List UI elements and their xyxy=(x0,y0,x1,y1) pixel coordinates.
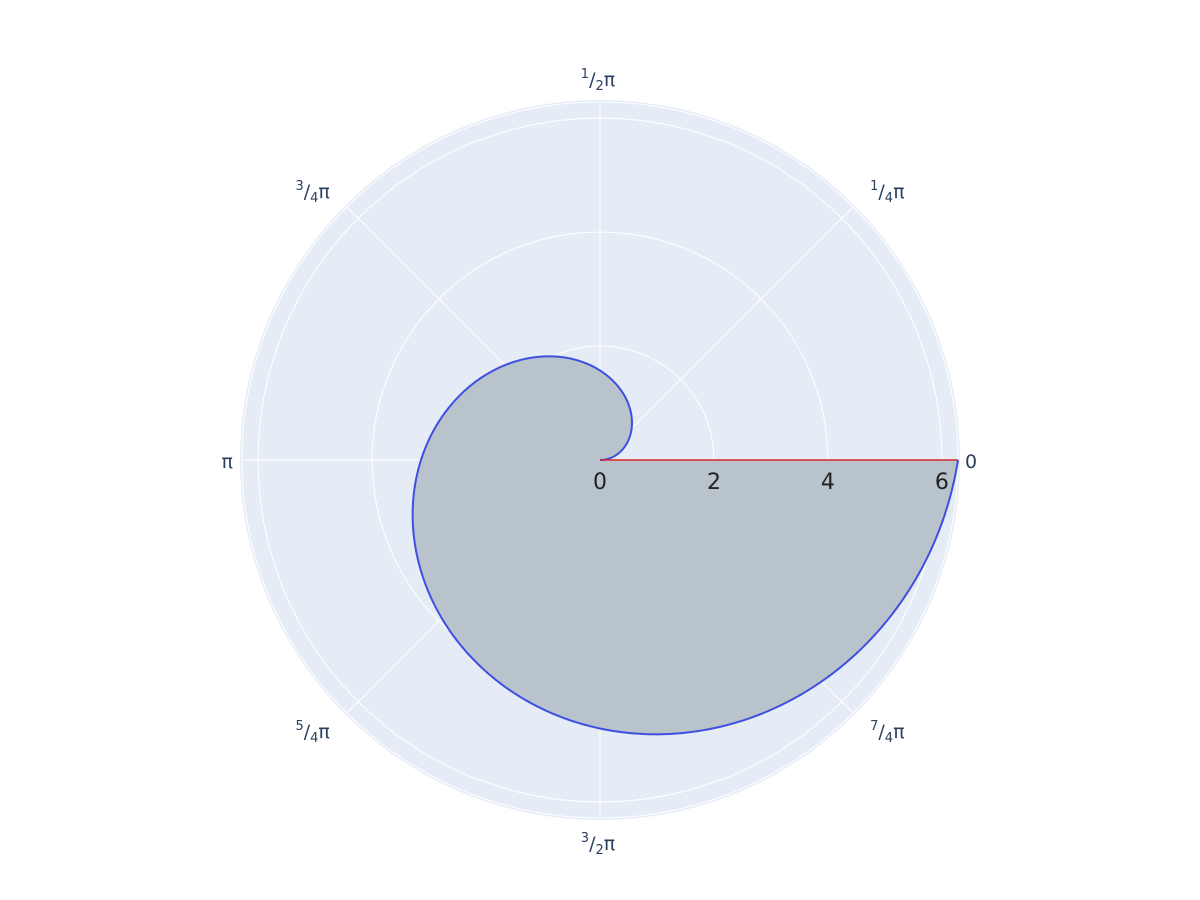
angular-tick-denominator: 2 xyxy=(595,843,603,858)
angular-tick-label: 7/4π xyxy=(870,719,904,746)
angular-tick-suffix: π xyxy=(604,69,615,91)
angular-tick-label: 3/4π xyxy=(295,179,329,206)
angular-tick-suffix: π xyxy=(604,833,615,855)
radial-tick-label: 2 xyxy=(707,470,721,495)
polar-chart: 0246 01/4π1/2π3/4ππ5/4π3/2π7/4π xyxy=(222,67,978,858)
angular-tick-numerator: 1 xyxy=(870,179,878,194)
angular-tick-denominator: 4 xyxy=(310,731,318,746)
angular-tick-numerator: 3 xyxy=(581,831,589,846)
angular-tick-suffix: π xyxy=(893,181,904,203)
radial-tick-label: 6 xyxy=(935,470,949,495)
angular-tick-denominator: 4 xyxy=(885,191,893,206)
radial-tick-label: 4 xyxy=(821,470,835,495)
angular-tick-label: 1/4π xyxy=(870,179,904,206)
radial-tick-label: 0 xyxy=(593,470,607,495)
angular-tick-label: π xyxy=(222,451,233,473)
angular-tick-suffix: π xyxy=(318,181,329,203)
angular-tick-denominator: 4 xyxy=(885,731,893,746)
angular-tick-denominator: 4 xyxy=(310,191,318,206)
angular-tick-label: 5/4π xyxy=(295,719,329,746)
angular-tick-suffix: π xyxy=(318,721,329,743)
chart: 0246 0 1/4π 1/2π 3/4π π 5/4π 3/2π 7/4π xyxy=(0,0,1200,900)
angular-tick-label: 0 xyxy=(965,451,977,473)
angular-tick-denominator: 2 xyxy=(595,79,603,94)
angular-tick-label: 3/2π xyxy=(581,831,615,858)
angular-tick-numerator: 7 xyxy=(870,719,878,734)
angular-tick-suffix: π xyxy=(893,721,904,743)
angular-tick-numerator: 1 xyxy=(581,67,589,82)
angular-tick-numerator: 5 xyxy=(295,719,303,734)
angular-tick-label: 1/2π xyxy=(581,67,615,94)
angular-tick-numerator: 3 xyxy=(295,179,303,194)
